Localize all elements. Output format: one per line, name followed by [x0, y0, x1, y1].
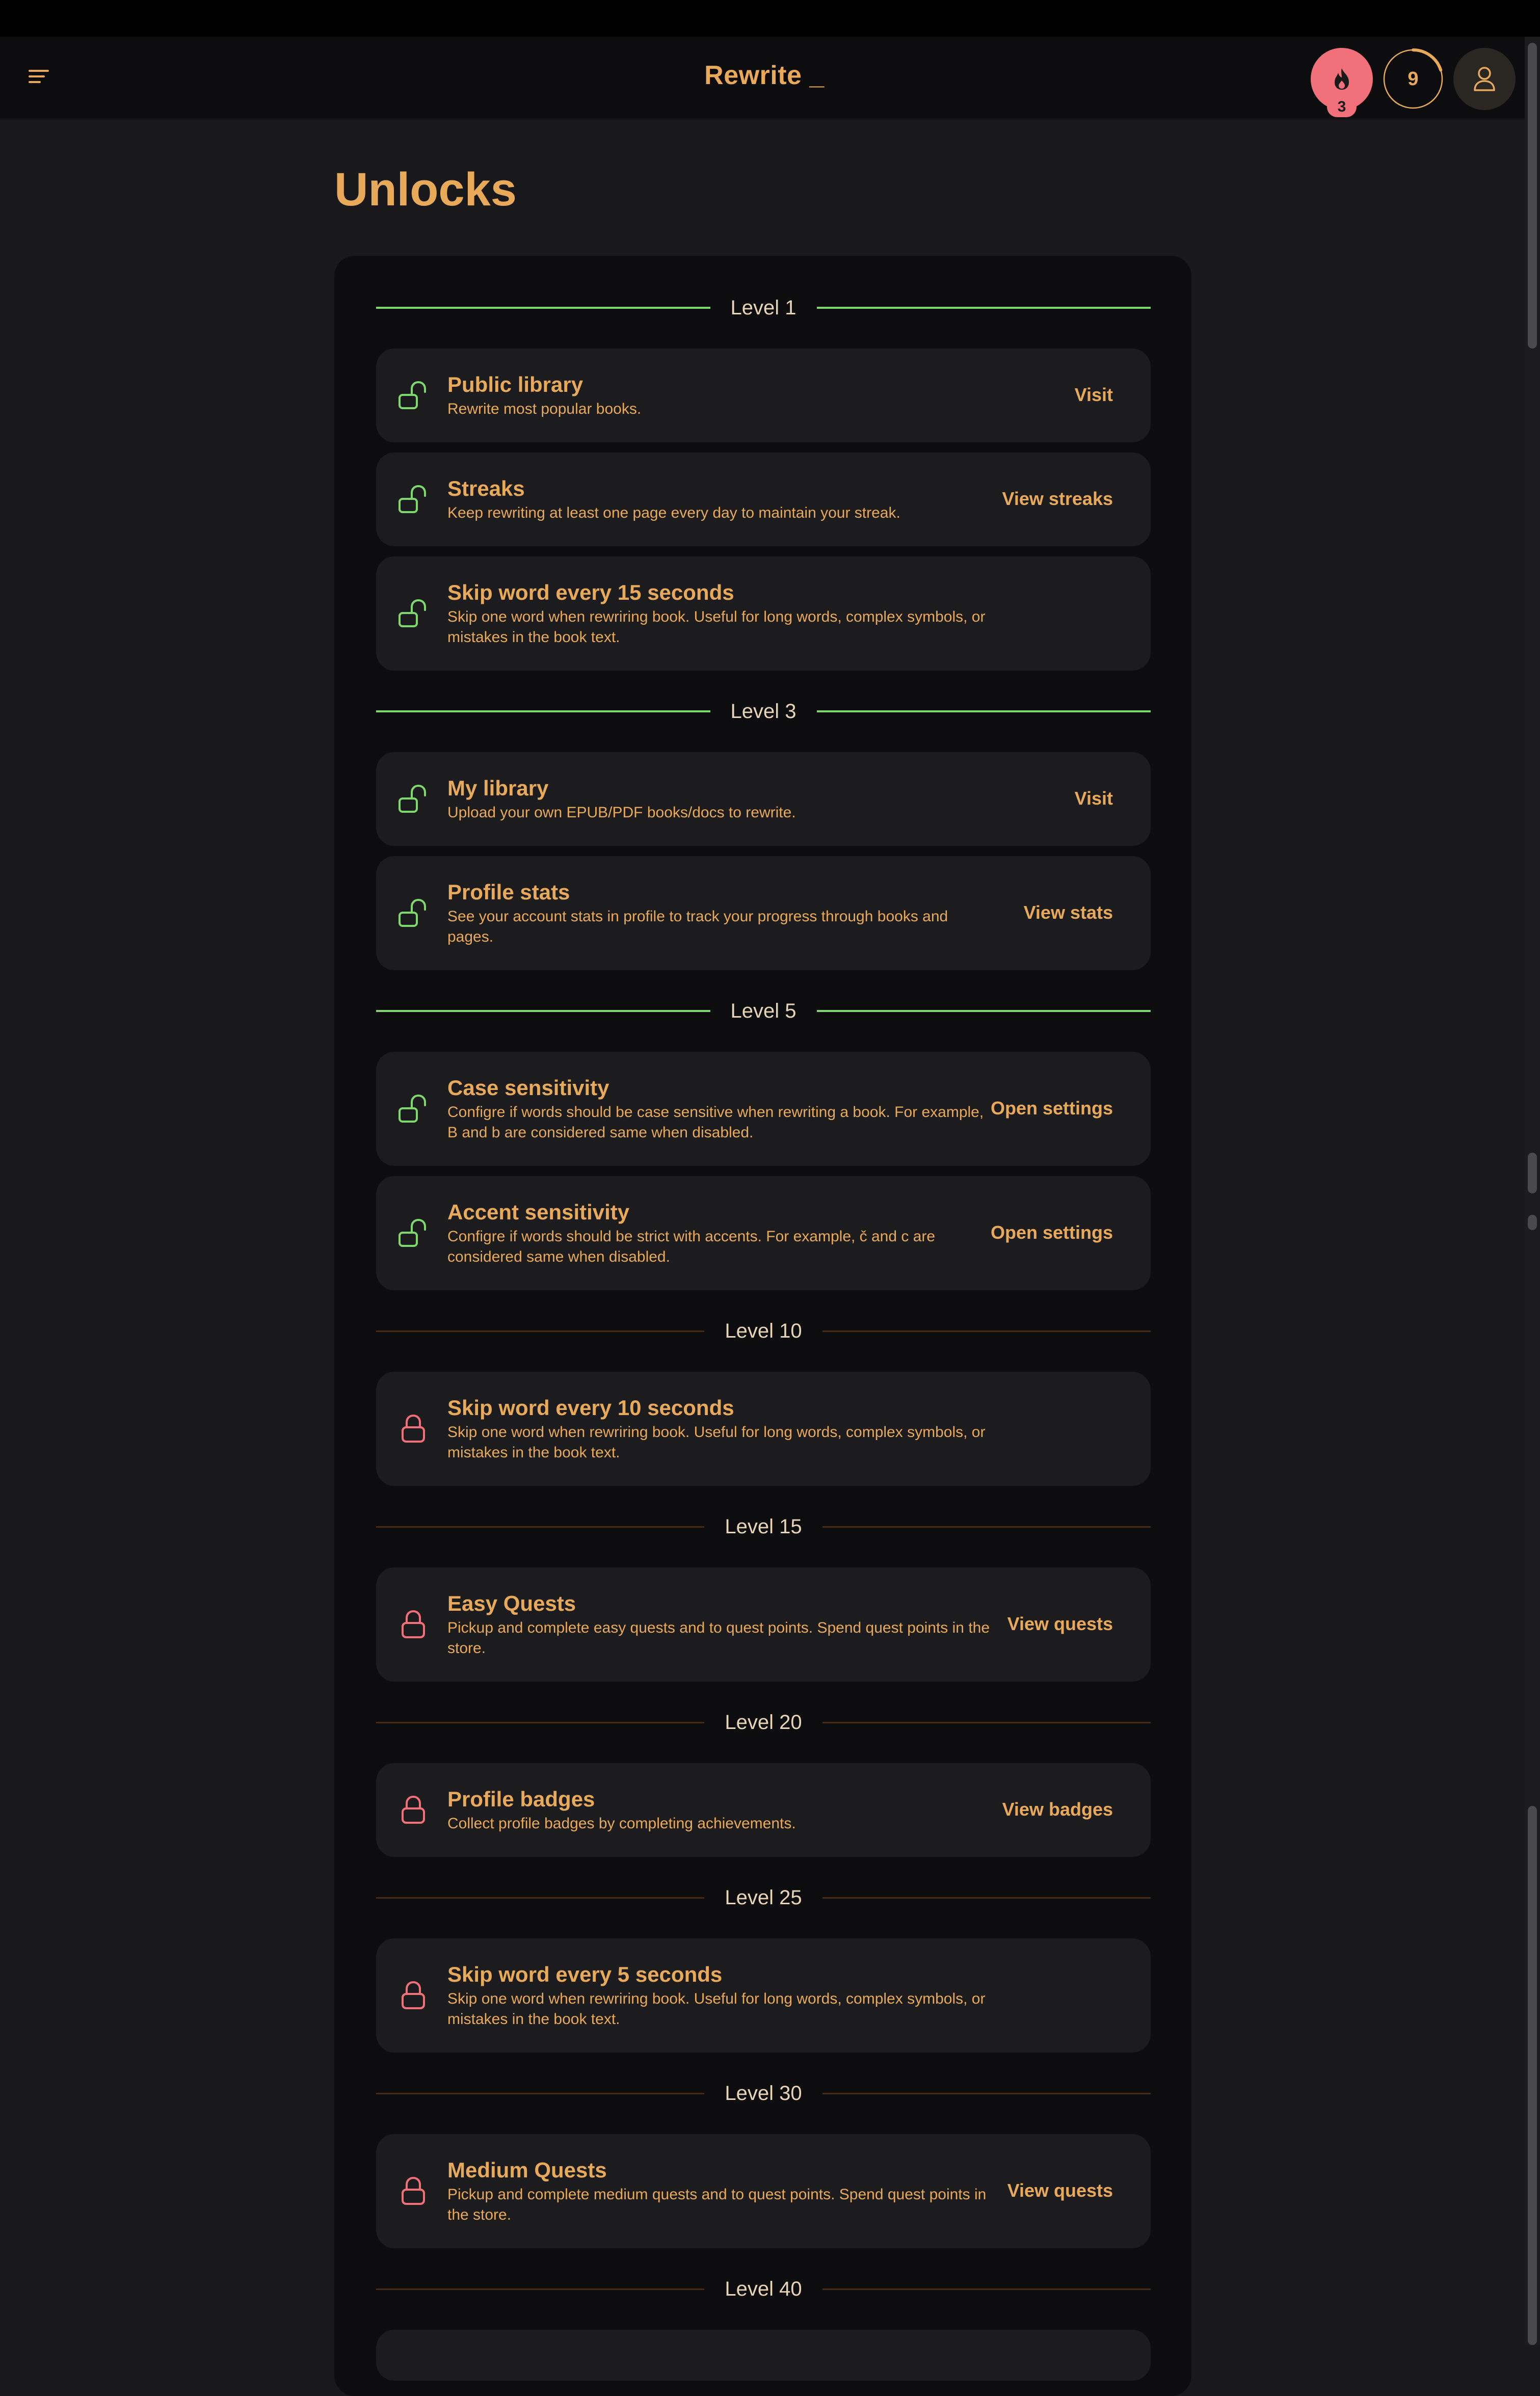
app-title[interactable]: Rewrite _ — [0, 60, 1529, 91]
unlock-description: Rewrite most popular books. — [447, 401, 642, 417]
unlock-card-my-library: My library Upload your own EPUB/PDF books… — [376, 752, 1151, 846]
unlock-description: Configre if words should be strict with … — [447, 1228, 936, 1265]
unlock-description: Skip one word when rewriring book. Usefu… — [447, 1990, 986, 2028]
unlock-card-accent-sensitivity: Accent sensitivity Configre if words shou… — [376, 1176, 1151, 1290]
unlock-card-skip-15: Skip word every 15 seconds Skip one word … — [376, 556, 1151, 671]
visit-public-library-button[interactable]: Visit — [1075, 384, 1113, 406]
lock-closed-icon — [396, 1412, 430, 1446]
level-header: Level 10 — [376, 1311, 1151, 1351]
lock-open-icon — [396, 483, 430, 516]
unlock-card-public-library: Public library Rewrite most popular books… — [376, 349, 1151, 442]
unlock-title: My library — [447, 776, 549, 800]
lock-open-icon — [396, 379, 430, 412]
unlock-title: Profile badges — [447, 1787, 595, 1811]
lock-open-icon — [396, 896, 430, 930]
open-case-settings-button[interactable]: Open settings — [991, 1098, 1113, 1119]
unlock-title: Easy Quests — [447, 1591, 576, 1615]
unlock-description: See your account stats in profile to tra… — [447, 908, 948, 945]
unlock-card-profile-badges: Profile badges Collect profile badges by … — [376, 1763, 1151, 1857]
unlock-title: Case sensitivity — [447, 1076, 609, 1100]
lock-open-icon — [396, 597, 430, 630]
unlock-description: Upload your own EPUB/PDF books/docs to r… — [447, 804, 796, 821]
unlock-title: Skip word every 5 seconds — [447, 1962, 723, 1986]
level-header: Level 25 — [376, 1877, 1151, 1918]
level-header: Level 20 — [376, 1702, 1151, 1743]
lock-closed-icon — [396, 1793, 430, 1827]
level-header: Level 5 — [376, 991, 1151, 1031]
scrollbar-thumb[interactable] — [1528, 1806, 1537, 2345]
unlock-title: Streaks — [447, 476, 525, 500]
level-progress-button[interactable]: 9 — [1382, 48, 1444, 110]
view-easy-quests-button[interactable]: View quests — [1007, 1613, 1113, 1635]
unlock-card-profile-stats: Profile stats See your account stats in p… — [376, 856, 1151, 970]
view-badges-button[interactable]: View badges — [1002, 1799, 1113, 1820]
page-title: Unlocks — [334, 164, 517, 216]
unlock-card-skip-5: Skip word every 5 seconds Skip one word w… — [376, 1938, 1151, 2053]
unlock-card-skip-10: Skip word every 10 seconds Skip one word … — [376, 1372, 1151, 1486]
level-header: Level 3 — [376, 691, 1151, 732]
scrollbar-thumb[interactable] — [1528, 1215, 1537, 1230]
level-header: Level 15 — [376, 1506, 1151, 1547]
lock-closed-icon — [396, 1979, 430, 2012]
unlock-description: Configre if words should be case sensiti… — [447, 1104, 984, 1141]
unlock-description: Skip one word when rewriring book. Usefu… — [447, 608, 986, 646]
profile-button[interactable] — [1453, 48, 1516, 110]
view-streaks-button[interactable]: View streaks — [1002, 488, 1113, 510]
unlock-description: Keep rewriting at least one page every d… — [447, 504, 900, 521]
unlock-title: Medium Quests — [447, 2158, 607, 2182]
unlock-card-medium-quests: Medium Quests Pickup and complete medium … — [376, 2134, 1151, 2248]
visit-my-library-button[interactable]: Visit — [1075, 788, 1113, 809]
scrollbar-thumb[interactable] — [1528, 1153, 1537, 1193]
lock-open-icon — [396, 1092, 430, 1126]
flame-icon — [1335, 68, 1349, 90]
lock-closed-icon — [396, 2174, 430, 2208]
level-header: Level 40 — [376, 2269, 1151, 2309]
unlock-description: Collect profile badges by completing ach… — [447, 1815, 796, 1832]
unlock-title: Profile stats — [447, 880, 570, 904]
unlock-card-streaks: Streaks Keep rewriting at least one page … — [376, 452, 1151, 546]
unlock-title: Public library — [447, 372, 583, 396]
level-header: Level 30 — [376, 2073, 1151, 2114]
unlock-card-case-sensitivity: Case sensitivity Configre if words should… — [376, 1052, 1151, 1166]
view-stats-button[interactable]: View stats — [1024, 902, 1113, 923]
streak-count-badge: 3 — [1327, 97, 1357, 117]
unlock-description: Pickup and complete easy quests and to q… — [447, 1619, 990, 1657]
unlock-description: Pickup and complete medium quests and to… — [447, 2186, 987, 2223]
unlock-description: Skip one word when rewriring book. Usefu… — [447, 1424, 986, 1461]
lock-open-icon — [396, 782, 430, 816]
window-top-strip — [0, 0, 1540, 37]
level-header: Level 1 — [376, 287, 1151, 328]
lock-open-icon — [396, 1216, 430, 1250]
user-icon — [1474, 67, 1495, 91]
unlock-title: Accent sensitivity — [447, 1200, 630, 1224]
scrollbar-thumb[interactable] — [1528, 43, 1537, 349]
unlock-card-easy-quests: Easy Quests Pickup and complete easy ques… — [376, 1567, 1151, 1682]
view-medium-quests-button[interactable]: View quests — [1007, 2180, 1113, 2201]
lock-closed-icon — [396, 1608, 430, 1641]
level-number: 9 — [1408, 68, 1419, 90]
unlock-card-partial — [376, 2330, 1151, 2381]
unlock-title: Skip word every 10 seconds — [447, 1396, 734, 1420]
open-accent-settings-button[interactable]: Open settings — [991, 1222, 1113, 1243]
unlock-title: Skip word every 15 seconds — [447, 580, 734, 604]
